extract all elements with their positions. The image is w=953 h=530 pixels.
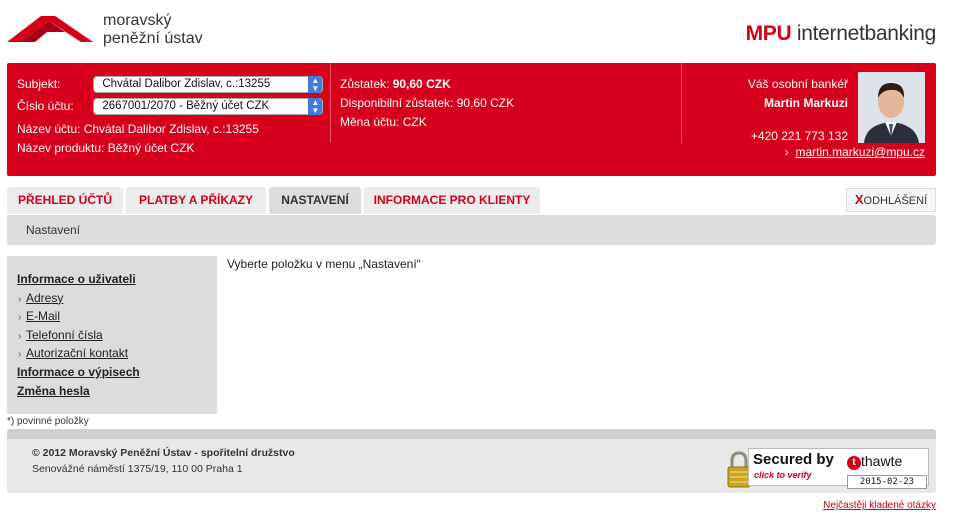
thawte-seal[interactable]: Secured by click to verify t thawte 2015-… [726,445,931,491]
menu-user-info[interactable]: Informace o uživateli [17,270,207,289]
divider [681,63,682,143]
menu-addresses[interactable]: › Adresy [17,289,207,308]
bank-logo[interactable]: moravský peněžní ústav [7,12,227,52]
seal-date: 2015-02-23 [847,475,927,489]
person-portrait-icon [858,72,925,143]
breadcrumb: Nastavení [7,215,936,245]
banker-phone: +420 221 773 132 [750,129,848,143]
menu-change-password[interactable]: Změna hesla [17,382,207,401]
currency-value: CZK [402,115,427,129]
close-icon: X [854,192,864,207]
tab-client-info[interactable]: INFORMACE PRO KLIENTY [364,187,540,214]
banker-email-link[interactable]: › martin.markuzi@mpu.cz [785,145,925,159]
click-to-verify: click to verify [754,470,812,480]
main-message: Vyberte položku v menu „Nastavení“ [227,257,421,271]
divider [330,63,331,143]
select-arrows-icon: ▲ ▼ [308,98,323,116]
balance-info: Zůstatek: 90,60 CZK Disponibilní zůstate… [340,77,515,129]
account-selectors: Subjekt: Chvátal Dalibor Zdislav, c.:132… [17,75,327,158]
thawte-badge: Secured by click to verify t thawte 2015-… [748,448,929,489]
chevron-right-icon: › [18,312,22,324]
thawte-brand: t thawte [847,453,902,470]
faq-link[interactable]: Nejčastěji kladené otázky [823,500,936,511]
roof-logo-icon [7,16,93,42]
address: Senovážné náměstí 1375/19, 110 00 Praha … [32,463,243,475]
tab-payments[interactable]: PLATBY A PŘÍKAZY [126,187,266,214]
footer: © 2012 Moravský Peněžní Ústav - spořitel… [7,429,936,493]
select-arrows-icon: ▲ ▼ [308,76,323,94]
arrow-right-icon: › [784,145,789,159]
thawte-logo-icon: t [847,456,861,470]
logo-text: moravský peněžní ústav [103,12,203,47]
brand-title: MPU internetbanking [745,22,937,45]
account-number-label: Číslo účtu: [17,99,74,113]
secured-by-text: Secured by [753,451,834,468]
banker-photo [858,72,925,143]
menu-authorization-contact[interactable]: › Autorizační kontakt [17,344,207,363]
balance-value: 90,60 CZK [392,77,451,91]
settings-menu: Informace o uživateli › Adresy › E-Mail › T… [7,256,217,414]
banker-title: Váš osobní bankéř [747,77,848,91]
required-note: *) povinné položky [7,416,89,427]
logout-button[interactable]: XODHLÁŠENÍ [846,188,936,212]
subject-label: Subjekt: [17,77,61,91]
product-name: Název produktu: Běžný účet CZK [17,141,195,155]
account-name: Název účtu: Chvátal Dalibor Zdislav, c.:… [17,122,259,136]
tab-settings[interactable]: NASTAVENÍ [269,187,361,214]
menu-statement-info[interactable]: Informace o výpisech [17,363,207,382]
menu-email[interactable]: › E-Mail [17,307,207,326]
banker-name: Martin Markuzi [763,96,848,110]
menu-phone-numbers[interactable]: › Telefonní čísla [17,326,207,345]
banker-info: Váš osobní bankéř Martin Markuzi +420 22… [748,75,848,146]
account-info-panel: Subjekt: Chvátal Dalibor Zdislav, c.:132… [7,63,936,176]
copyright: © 2012 Moravský Peněžní Ústav - spořitel… [32,447,295,459]
available-balance: 90,60 CZK [456,96,515,110]
tab-account-overview[interactable]: PŘEHLED ÚČTŮ [7,187,123,214]
subject-select[interactable]: Chvátal Dalibor Zdislav, c.:13255 ▲ ▼ [93,76,324,94]
account-number-select[interactable]: 2667001/2070 - Běžný účet CZK ▲ ▼ [93,98,324,116]
